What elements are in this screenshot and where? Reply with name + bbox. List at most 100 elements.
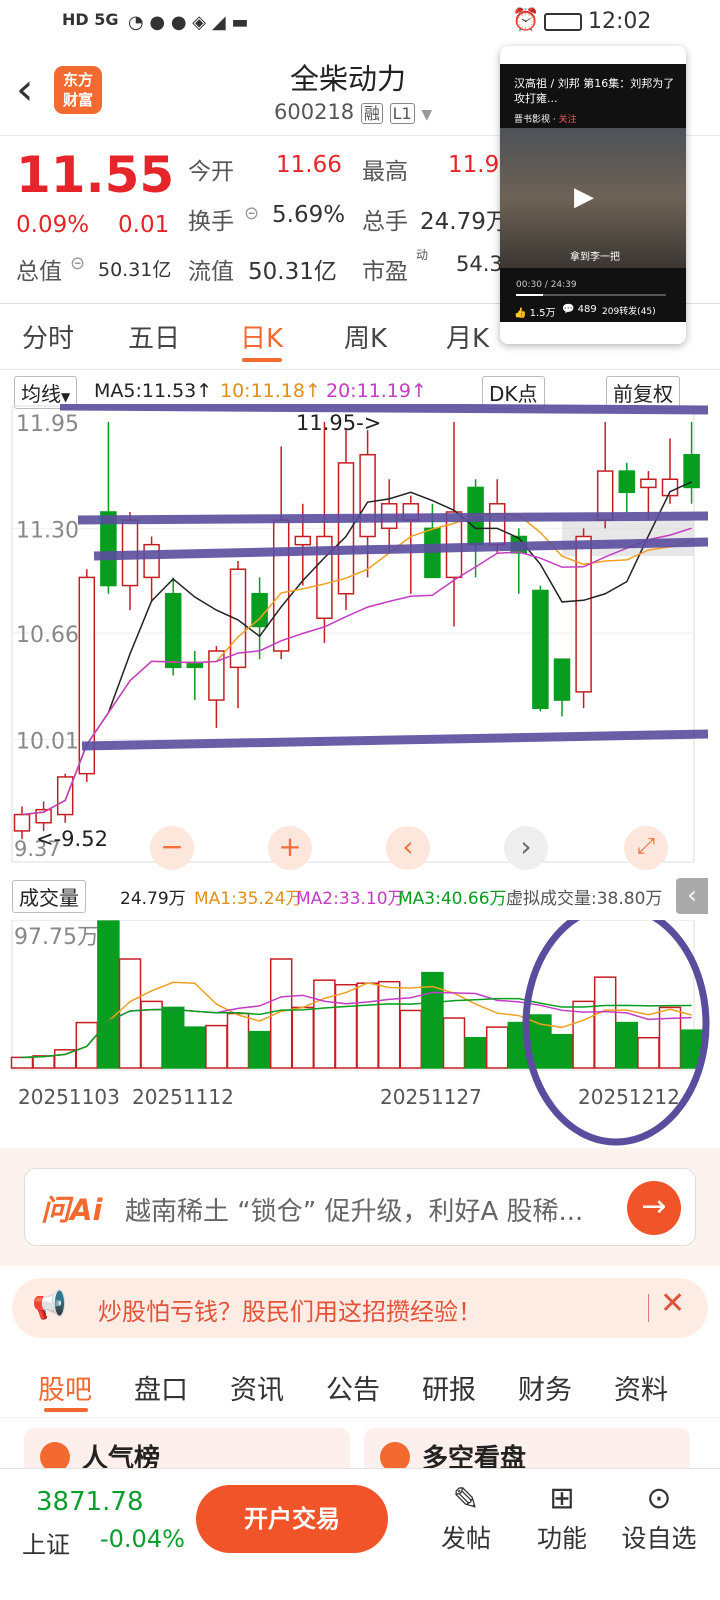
volume-bar — [161, 1006, 185, 1069]
ma10-legend: 10:11.18↑ — [220, 380, 321, 402]
tab-profile[interactable]: 资料 — [614, 1368, 668, 1407]
likes-value: 1.5万 — [529, 308, 556, 319]
volume-max-label: 97.75万 — [14, 925, 99, 950]
volume-bar — [183, 1026, 207, 1069]
back-icon[interactable]: ‹ — [16, 64, 34, 115]
volume-label: 总手 — [362, 209, 408, 235]
candle-body — [294, 535, 312, 546]
post-button[interactable]: ✎ 发帖 — [436, 1479, 496, 1555]
wifi-icon: ◔ ● ● ◈ ◢ ▬ — [128, 12, 249, 33]
open-label: 今开 — [188, 159, 234, 185]
volume-legend-virtual: 虚拟成交量:38.80万 — [506, 889, 663, 909]
min-price-marker: <-9.52 — [36, 827, 108, 851]
high-value: 11.9 — [448, 152, 500, 178]
tab-announce[interactable]: 公告 — [326, 1368, 380, 1407]
tab-pankou[interactable]: 盘口 — [134, 1368, 188, 1407]
function-label: 功能 — [536, 1524, 587, 1553]
volume-bar — [53, 1049, 77, 1069]
candle-body — [575, 535, 592, 693]
volume-bar — [118, 958, 142, 1069]
volume-legend-ma1: MA1:35.24万 — [194, 889, 303, 909]
price-axis-label: 10.66 — [16, 623, 79, 648]
zoom-out-button[interactable]: − — [150, 826, 194, 870]
candlestick-chart[interactable]: 11.9511.3010.6610.019.3711.95-><-9.52 — [0, 404, 720, 874]
trade-button[interactable]: 开户交易 — [196, 1485, 388, 1553]
candle-body — [532, 589, 549, 709]
edit-icon: ✎ — [452, 1480, 480, 1518]
volume-bar — [377, 980, 401, 1069]
ai-search-box[interactable]: 问Ai 越南稀土 “锁仓” 促升级，利好A 股稀... → — [24, 1168, 696, 1246]
bottom-bar: 3871.78 上证 -0.04% 开户交易 ✎ 发帖 ⊞ 功能 ⊙ 设自选 — [0, 1468, 720, 1600]
candle-body — [553, 658, 571, 701]
info-icon[interactable]: ⊝ — [244, 203, 259, 224]
ai-search-text: 越南稀土 “锁仓” 促升级，利好A 股稀... — [125, 1197, 584, 1227]
video-subtitle: 拿到李一把 — [570, 252, 620, 263]
function-button[interactable]: ⊞ 功能 — [532, 1479, 592, 1555]
tab-guba[interactable]: 股吧 — [38, 1368, 92, 1407]
open-value: 11.66 — [276, 152, 342, 178]
content-tabs: 股吧 盘口 资讯 公告 研报 财务 资料 — [0, 1358, 720, 1418]
volume-bar — [248, 1030, 271, 1069]
fullscreen-icon[interactable]: ⤢ — [624, 826, 668, 870]
volume-bar — [32, 1055, 55, 1069]
promo-banner[interactable]: 📢 炒股怕亏钱？股民们用这招攒经验！ ✕ — [12, 1278, 708, 1338]
pe-label: 市盈 — [362, 259, 408, 285]
volume-bar — [313, 979, 336, 1069]
app-logo[interactable]: 东方 财富 — [54, 66, 102, 114]
float-label: 流值 — [188, 259, 234, 285]
ma-mode-label: 均线 — [21, 382, 61, 406]
close-icon[interactable]: ✕ — [660, 1286, 685, 1321]
volume-bar — [226, 1012, 250, 1069]
tab-weekly[interactable]: 周K — [344, 318, 387, 355]
ma20-legend: 20:11.19↑ — [326, 380, 427, 402]
high-label: 最高 — [362, 159, 408, 185]
ma5-legend: MA5:11.53↑ — [94, 380, 213, 402]
comments-value: 489 — [577, 304, 597, 315]
likes-count: 👍 1.5万 — [514, 308, 556, 319]
play-icon[interactable]: ▶ — [574, 182, 594, 212]
battery-icon — [544, 13, 582, 31]
adjust-label: 前复权 — [613, 382, 673, 406]
volume-mode-select[interactable]: 成交量 — [12, 880, 92, 913]
volume-bar — [615, 1021, 639, 1069]
change-pct: 0.09% — [16, 212, 90, 238]
stock-code-row[interactable]: 600218 融 L1 ▼ — [274, 100, 432, 124]
scroll-right-button[interactable]: › — [504, 826, 548, 870]
tab-research[interactable]: 研报 — [422, 1368, 476, 1407]
info-icon[interactable]: ⊝ — [70, 253, 85, 274]
video-progress-track[interactable] — [516, 294, 666, 296]
tab-finance[interactable]: 财务 — [518, 1368, 572, 1407]
volume-bar — [464, 1036, 487, 1069]
annotation-line — [77, 511, 709, 525]
tab-monthly[interactable]: 月K — [446, 318, 489, 355]
candle-body — [618, 470, 636, 494]
tab-news[interactable]: 资讯 — [230, 1368, 284, 1407]
add-watch-button[interactable]: ⊙ 设自选 — [614, 1479, 704, 1555]
scroll-left-button[interactable]: ‹ — [386, 826, 430, 870]
candle-body — [208, 650, 225, 701]
zoom-in-button[interactable]: + — [268, 826, 312, 870]
collapse-panel-icon[interactable]: ‹ — [676, 878, 708, 914]
follow-label: 关注 — [558, 115, 577, 125]
mktcap-label: 总值 — [16, 259, 62, 285]
tab-daily[interactable]: 日K — [240, 318, 283, 355]
volume-bar — [637, 1036, 660, 1069]
video-frame[interactable]: 汉高祖 / 刘邦 第16集：刘邦为了攻打雍... 晋书影视 · 关注 ▶ 拿到李… — [500, 64, 686, 322]
video-overlay[interactable]: 汉高祖 / 刘邦 第16集：刘邦为了攻打雍... 晋书影视 · 关注 ▶ 拿到李… — [500, 46, 686, 344]
volume-chart[interactable]: 97.75万 20251103 20251112 20251127 20251212 — [0, 920, 720, 1170]
comments-count: 💬 489 — [562, 304, 597, 315]
candle-body — [640, 478, 657, 489]
channel-name: 晋书影视 — [514, 115, 551, 125]
status-bar: HD 5G ◔ ● ● ◈ ◢ ▬ ⏰ 12:02 — [0, 0, 720, 46]
turnover-label: 换手 — [188, 209, 234, 235]
pe-value: 54.3 — [456, 252, 503, 276]
arrow-right-icon[interactable]: → — [627, 1181, 681, 1235]
tab-intraday[interactable]: 分时 — [22, 318, 74, 355]
last-price: 11.55 — [16, 146, 175, 204]
candle-body — [143, 543, 160, 579]
annotation-line — [81, 729, 709, 751]
volume-bar — [205, 1024, 228, 1069]
mktcap-value: 50.31亿 — [98, 259, 172, 281]
banner-text: 炒股怕亏钱？股民们用这招攒经验！ — [98, 1298, 482, 1326]
tab-5day[interactable]: 五日 — [128, 318, 180, 355]
